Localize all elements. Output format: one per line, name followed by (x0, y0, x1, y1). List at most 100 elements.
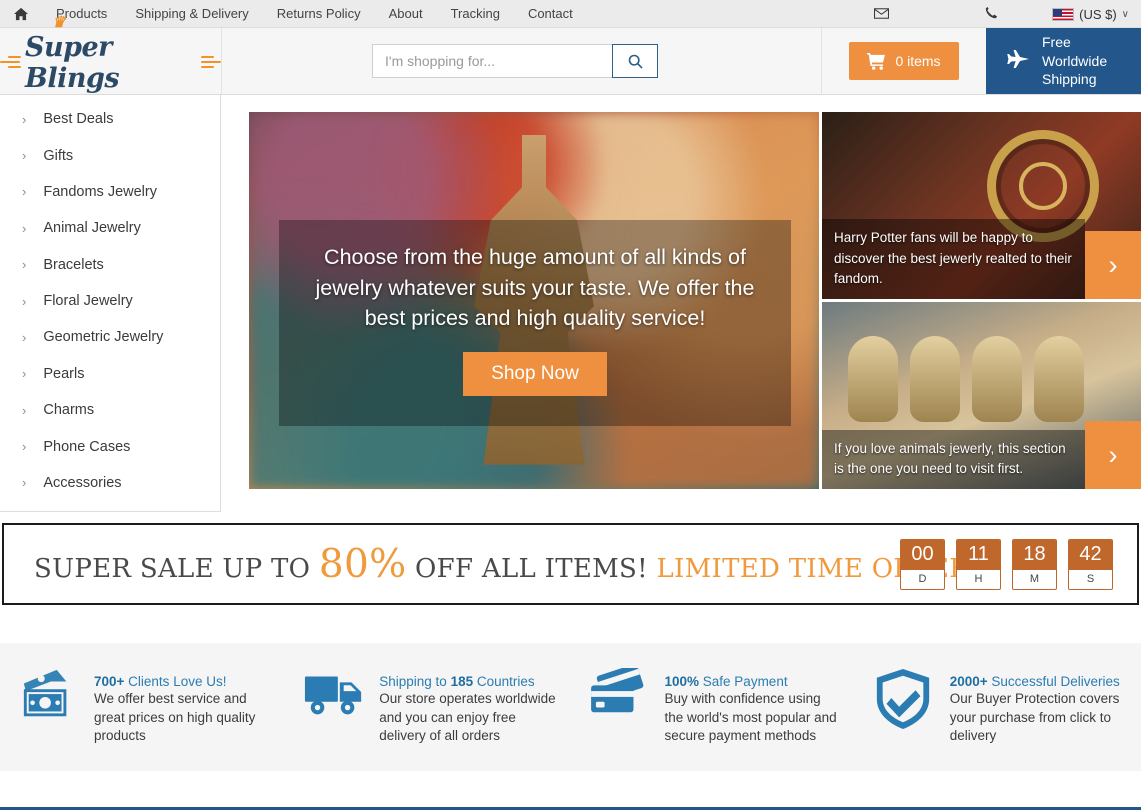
sidebar-item-gifts[interactable]: › Gifts (0, 137, 220, 173)
credit-cards-glyph (590, 668, 643, 713)
top-nav-item-contact[interactable]: Contact (514, 0, 587, 28)
category-sidebar: › Best Deals › Gifts › Fandoms Jewelry ›… (0, 95, 221, 513)
logo-rays-left-icon (0, 55, 21, 71)
trust-body: 2000+ Successful Deliveries Our Buyer Pr… (950, 668, 1127, 746)
sidebar-item-label: Gifts (43, 147, 74, 164)
shop-now-button[interactable]: Shop Now (463, 351, 607, 396)
sidebar-item-label: Fandoms Jewelry (43, 183, 157, 200)
money-icon (18, 668, 80, 724)
trust-bar: 700+ Clients Love Us! We offer best serv… (0, 643, 1141, 772)
chevron-right-icon: › (22, 293, 27, 309)
animal-rings-image (848, 336, 1084, 422)
harry-potter-promo[interactable]: Harry Potter fans will be happy to disco… (822, 112, 1141, 299)
sidebar-item-accessories[interactable]: › Accessories (0, 465, 220, 501)
countdown-days-value: 00 (901, 539, 944, 570)
top-nav-item-returns-policy[interactable]: Returns Policy (263, 0, 375, 28)
chevron-down-icon: ∨ (1121, 8, 1129, 20)
sidebar-item-label: Phone Cases (43, 438, 131, 455)
top-utility-bar: Products Shipping & Delivery Returns Pol… (0, 0, 1141, 28)
trust-item-payment: 100% Safe Payment Buy with confidence us… (571, 668, 856, 746)
sale-banner-wrap: SUPER SALE UP TO 80% OFF ALL ITEMS! LIMI… (0, 512, 1141, 606)
shopping-cart-icon (867, 52, 886, 70)
sidebar-item-bracelets[interactable]: › Bracelets (0, 247, 220, 283)
shipping-line-1: Free (1042, 34, 1071, 51)
free-shipping-banner[interactable]: Free Worldwide Shipping (986, 28, 1141, 94)
footer-divider (0, 807, 1141, 811)
logo[interactable]: Super Blings ♛ (0, 15, 222, 94)
countdown-seconds-unit: S (1086, 572, 1095, 585)
countdown-seconds-value: 42 (1069, 539, 1112, 570)
trust-highlight: 100% (664, 674, 700, 690)
truck-glyph (305, 676, 362, 715)
countdown-hours: 11 H (956, 538, 1001, 590)
sidebar-item-floral-jewelry[interactable]: › Floral Jewelry (0, 283, 220, 319)
home-icon[interactable] (0, 7, 42, 21)
trust-body: 700+ Clients Love Us! We offer best serv… (94, 668, 271, 746)
money-glyph (23, 670, 67, 717)
shield-check-icon (874, 668, 936, 730)
sale-text-before: SUPER SALE UP TO (34, 553, 319, 584)
sidebar-item-animal-jewelry[interactable]: › Animal Jewelry (0, 210, 220, 246)
sale-banner: SUPER SALE UP TO 80% OFF ALL ITEMS! LIMI… (2, 523, 1139, 606)
sidebar-item-fandoms-jewelry[interactable]: › Fandoms Jewelry (0, 174, 220, 210)
trust-body: Shipping to 185 Countries Our store oper… (379, 668, 556, 746)
sidebar-item-geometric-jewelry[interactable]: › Geometric Jewelry (0, 319, 220, 355)
sale-percent: 80% (318, 541, 407, 587)
top-nav: Products Shipping & Delivery Returns Pol… (0, 0, 587, 28)
animal-jewelry-promo[interactable]: If you love animals jewerly, this sectio… (822, 302, 1141, 489)
trust-body: 100% Safe Payment Buy with confidence us… (665, 668, 842, 746)
logo-rays-right-icon (201, 55, 221, 71)
time-turner-inner-image (1019, 162, 1067, 210)
us-flag-icon (1052, 7, 1075, 21)
trust-head: 100% Safe Payment (665, 674, 842, 689)
countdown-days: 00 D (900, 538, 945, 590)
top-nav-item-shipping-delivery[interactable]: Shipping & Delivery (121, 0, 262, 28)
hero-headline: Choose from the huge amount of all kinds… (315, 245, 755, 331)
crown-icon: ♛ (52, 13, 65, 31)
top-bar-right: (US $) ∨ (826, 0, 1141, 28)
currency-selector[interactable]: (US $) ∨ (1046, 7, 1141, 22)
chevron-right-icon: › (22, 402, 27, 418)
trust-highlight: 185 (450, 674, 474, 690)
cart-label: 0 items (895, 53, 941, 69)
search-bar (372, 44, 658, 78)
trust-head: 700+ Clients Love Us! (94, 674, 271, 689)
trust-description: Our store operates worldwide and you can… (379, 691, 556, 744)
chevron-right-icon: › (22, 111, 27, 127)
trust-highlight: 2000+ (949, 674, 988, 690)
chevron-right-icon: › (22, 257, 27, 273)
shipping-line-3: Shipping (1042, 71, 1097, 88)
currency-label: (US $) (1079, 6, 1117, 22)
countdown-minutes: 18 M (1012, 538, 1057, 590)
promo-arrow-right-icon[interactable]: › (1085, 421, 1141, 489)
chevron-right-icon: › (22, 220, 27, 236)
mail-icon[interactable] (826, 7, 936, 22)
trust-head-before: Shipping to (379, 674, 451, 690)
promo-caption: Harry Potter fans will be happy to disco… (822, 219, 1085, 299)
trust-description: Our Buyer Protection covers your purchas… (949, 691, 1120, 744)
trust-head-rest: Successful Deliveries (987, 674, 1120, 690)
sale-text-middle: OFF ALL ITEMS! (406, 553, 657, 584)
phone-icon[interactable] (936, 6, 1046, 22)
countdown-timer: 00 D 11 H 18 M 42 S (900, 538, 1113, 590)
trust-head-rest: Safe Payment (699, 674, 788, 690)
sidebar-item-label: Best Deals (43, 111, 114, 128)
chevron-right-icon: › (22, 184, 27, 200)
sidebar-item-pearls[interactable]: › Pearls (0, 356, 220, 392)
shield-check-glyph (876, 669, 929, 730)
promo-column: Harry Potter fans will be happy to disco… (822, 112, 1141, 489)
sidebar-item-phone-cases[interactable]: › Phone Cases (0, 428, 220, 464)
search-input[interactable] (372, 44, 612, 78)
sidebar-item-charms[interactable]: › Charms (0, 392, 220, 428)
promo-arrow-right-icon[interactable]: › (1085, 231, 1141, 299)
sidebar-item-best-deals[interactable]: › Best Deals (0, 101, 220, 137)
chevron-right-icon: › (22, 148, 27, 164)
search-button[interactable] (612, 44, 658, 78)
top-nav-item-about[interactable]: About (375, 0, 437, 28)
countdown-hours-unit: H (974, 572, 983, 585)
cart-button[interactable]: 0 items (849, 42, 959, 80)
trust-head: Shipping to 185 Countries (379, 674, 556, 689)
shipping-line-2: Worldwide (1042, 52, 1108, 69)
top-nav-item-tracking[interactable]: Tracking (437, 0, 514, 28)
hero-banner[interactable]: Choose from the huge amount of all kinds… (249, 112, 819, 489)
